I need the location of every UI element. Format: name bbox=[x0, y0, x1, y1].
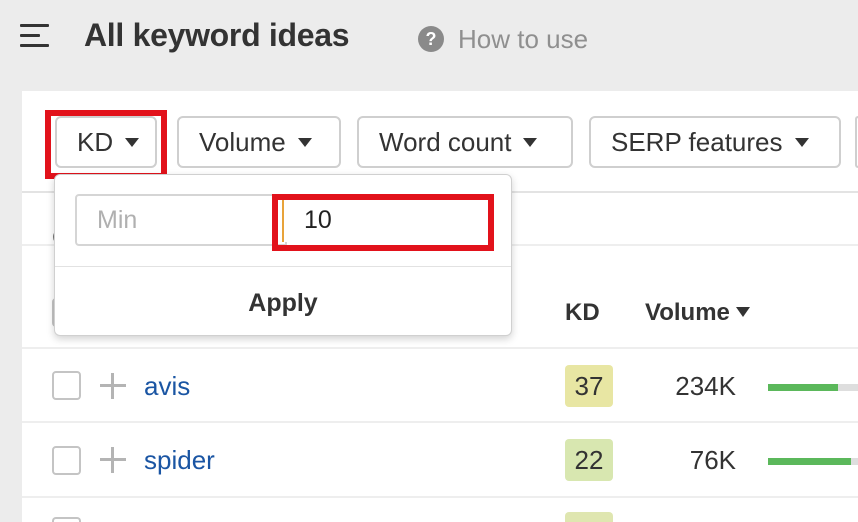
kd-badge: 37 bbox=[565, 365, 613, 407]
header-divider bbox=[22, 347, 858, 349]
keyword-link[interactable]: spider bbox=[144, 445, 215, 476]
trend-bar-fill bbox=[768, 458, 851, 465]
word-count-filter-button[interactable]: Word count bbox=[357, 116, 573, 168]
caret-down-icon bbox=[794, 137, 809, 147]
max-input-highlight-box bbox=[272, 194, 494, 251]
keyword-link[interactable]: avis bbox=[144, 371, 190, 402]
row-checkbox[interactable] bbox=[52, 517, 81, 522]
kd-badge bbox=[565, 512, 613, 522]
volume-column-label: Volume bbox=[645, 299, 730, 326]
kd-column-header[interactable]: KD bbox=[565, 299, 600, 327]
serp-features-filter-button[interactable]: SERP features bbox=[589, 116, 841, 168]
sort-desc-icon bbox=[735, 307, 750, 317]
trend-bar-fill bbox=[768, 384, 839, 391]
how-to-use-link[interactable]: How to use bbox=[458, 24, 588, 55]
plus-icon[interactable] bbox=[100, 447, 126, 473]
row-divider bbox=[22, 496, 858, 498]
caret-down-icon bbox=[523, 137, 538, 147]
kd-highlight-box bbox=[45, 110, 167, 179]
volume-value: 76K bbox=[689, 445, 736, 475]
apply-button[interactable]: Apply bbox=[55, 268, 511, 335]
plus-icon[interactable] bbox=[100, 373, 126, 399]
page-title: All keyword ideas bbox=[84, 17, 350, 53]
kd-min-input[interactable] bbox=[75, 194, 287, 246]
caret-down-icon bbox=[297, 137, 312, 147]
help-icon[interactable]: ? bbox=[418, 26, 444, 52]
trend-bar bbox=[768, 458, 858, 465]
volume-value: 234K bbox=[675, 371, 736, 401]
serp-features-filter-label: SERP features bbox=[611, 126, 783, 157]
row-divider bbox=[22, 421, 858, 423]
top-bar: All keyword ideas ? How to use bbox=[0, 0, 858, 90]
menu-icon[interactable] bbox=[20, 24, 50, 48]
row-checkbox[interactable] bbox=[52, 446, 81, 475]
volume-filter-button[interactable]: Volume bbox=[177, 116, 341, 168]
volume-column-header[interactable]: Volume bbox=[645, 299, 750, 327]
row-checkbox[interactable] bbox=[52, 371, 81, 400]
dropdown-divider bbox=[55, 266, 511, 267]
trend-bar bbox=[768, 384, 858, 391]
volume-filter-label: Volume bbox=[199, 126, 286, 157]
word-count-filter-label: Word count bbox=[379, 126, 512, 157]
kd-badge: 22 bbox=[565, 439, 613, 481]
